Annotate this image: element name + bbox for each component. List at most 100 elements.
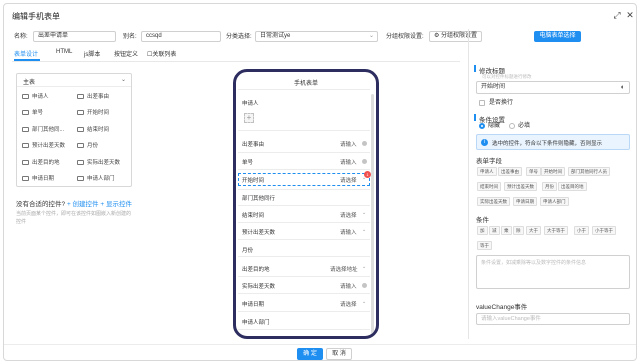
field-item-label: 部门其他同... bbox=[32, 127, 65, 133]
field-item[interactable]: 申请人 bbox=[22, 91, 74, 103]
field-item[interactable]: 出差事由 bbox=[77, 91, 129, 103]
phone-divider bbox=[238, 276, 370, 277]
cancel-button[interactable]: 取 消 bbox=[326, 348, 352, 360]
form-field-label: 单号 bbox=[242, 160, 254, 166]
field-tag[interactable]: 出差目的地 bbox=[558, 182, 587, 191]
add-applicant-button[interactable]: + bbox=[244, 113, 254, 123]
tab-form-design[interactable]: 表单设计 bbox=[14, 49, 38, 58]
clear-icon[interactable] bbox=[362, 159, 367, 164]
phone-preview: 手机表单 申请人 + 出差事由 请输入 单号 请输入 开始时间 请选择 ⌄ 1 … bbox=[233, 69, 379, 339]
value-change-input[interactable]: 请输入valueChange事件 bbox=[476, 313, 630, 325]
form-field-label: 申请日期 bbox=[242, 302, 265, 308]
operator-tag[interactable]: 减 bbox=[489, 226, 500, 235]
close-icon[interactable]: ✕ bbox=[625, 10, 635, 20]
field-item[interactable]: 预计出差天数 bbox=[22, 140, 74, 152]
expand-icon[interactable]: ⤢ bbox=[612, 10, 622, 20]
clear-icon[interactable] bbox=[362, 283, 367, 288]
clear-icon[interactable] bbox=[362, 141, 367, 146]
required-radio[interactable] bbox=[509, 123, 515, 129]
operator-tag[interactable]: 小于 bbox=[574, 226, 589, 235]
name-input[interactable]: 出差申请单 bbox=[33, 31, 116, 42]
form-field-placeholder[interactable]: 请选择 bbox=[340, 211, 357, 219]
phone-form-title: 手机表单 bbox=[293, 81, 318, 87]
field-item[interactable]: 开始时间 bbox=[77, 107, 129, 119]
field-tag[interactable]: 开始时间 bbox=[541, 167, 565, 176]
form-field-placeholder[interactable]: 请输入 bbox=[340, 140, 357, 148]
field-icon bbox=[77, 126, 84, 132]
operator-tag[interactable]: 等于 bbox=[477, 241, 492, 250]
field-item[interactable]: 月份 bbox=[77, 140, 129, 152]
phone-divider bbox=[238, 311, 370, 312]
phone-divider bbox=[238, 293, 370, 294]
tab-js-script[interactable]: js脚本 bbox=[84, 49, 100, 58]
field-item-label: 申请人 bbox=[32, 94, 49, 100]
field-tag[interactable]: 申请人 bbox=[477, 167, 497, 176]
edit-color-icon[interactable]: ◐ bbox=[621, 82, 625, 93]
form-field-label: 出差事由 bbox=[242, 142, 265, 148]
section-marker bbox=[474, 114, 476, 121]
form-field-label: 出差目的地 bbox=[242, 267, 270, 273]
tab-related-list[interactable]: ☐关联列表 bbox=[147, 49, 176, 58]
tab-html[interactable]: HTML bbox=[56, 49, 72, 55]
tab-button-definition[interactable]: 按钮定义 bbox=[114, 49, 138, 58]
modify-title-subtitle: 可以对控件标题进行修改 bbox=[482, 74, 532, 79]
field-item-label: 出差事由 bbox=[87, 94, 110, 100]
form-field-placeholder[interactable]: 请选择 bbox=[340, 176, 357, 184]
alias-label: 别名: bbox=[123, 34, 137, 40]
operator-tag[interactable]: 小于等于 bbox=[592, 226, 616, 235]
field-icon bbox=[22, 126, 29, 132]
field-icon bbox=[77, 93, 84, 99]
field-panel: 主表 ⌄ 申请人 出差事由 单号 开始时间 部门其他同... 结束时间 预计出差… bbox=[16, 73, 132, 187]
chevron-down-icon[interactable]: ⌄ bbox=[121, 76, 126, 83]
field-panel-header: 主表 bbox=[23, 80, 36, 86]
field-tag[interactable]: 月份 bbox=[542, 182, 557, 191]
field-tag[interactable]: 实际出差天数 bbox=[477, 197, 510, 206]
right-panel-divider bbox=[468, 29, 469, 339]
phone-divider bbox=[238, 205, 370, 206]
category-value: 日常测试ye bbox=[260, 33, 291, 39]
field-tag[interactable]: 结束时间 bbox=[477, 182, 501, 191]
form-field-placeholder[interactable]: 请选择地址 bbox=[330, 265, 358, 273]
field-item[interactable]: 部门其他同... bbox=[22, 124, 74, 136]
permission-button[interactable]: ⚙ 分组权限设置 bbox=[429, 31, 483, 42]
wrap-checkbox[interactable] bbox=[479, 100, 485, 106]
field-item[interactable]: 单号 bbox=[22, 107, 74, 119]
hide-radio[interactable] bbox=[479, 123, 485, 129]
alias-input[interactable]: ccsqd bbox=[141, 31, 221, 42]
title-input[interactable]: 开始时间 ◐ bbox=[476, 81, 630, 94]
form-fields-heading: 表单字段 bbox=[476, 158, 502, 165]
form-field-placeholder[interactable]: 请输入 bbox=[340, 282, 357, 290]
info-text: 选中的控件，符合以下条件则隐藏，否则显示 bbox=[492, 141, 603, 147]
field-item[interactable]: 结束时间 bbox=[77, 124, 129, 136]
field-tag[interactable]: 预计出差天数 bbox=[504, 182, 537, 191]
field-item[interactable]: 出差目的地 bbox=[22, 157, 74, 169]
pc-form-select-button[interactable]: 电脑表单选择 bbox=[534, 31, 581, 42]
confirm-button[interactable]: 确 定 bbox=[297, 348, 323, 360]
field-item[interactable]: 申请人部门 bbox=[77, 173, 129, 185]
field-tag[interactable]: 部门其他同行人员 bbox=[568, 167, 610, 176]
form-field-placeholder[interactable]: 请输入 bbox=[340, 228, 357, 236]
chevron-down-icon: ⌄ bbox=[368, 33, 374, 39]
show-control-link[interactable]: 显示控件 bbox=[106, 201, 132, 208]
field-item[interactable]: 实际出差天数 bbox=[77, 157, 129, 169]
dialog-title: 编辑手机表单 bbox=[12, 12, 60, 21]
field-icon bbox=[22, 109, 29, 115]
phone-scrollbar[interactable] bbox=[371, 94, 374, 334]
field-tag[interactable]: 申请人部门 bbox=[540, 197, 569, 206]
section-marker bbox=[474, 65, 476, 72]
form-field-placeholder[interactable]: 请输入 bbox=[340, 158, 357, 166]
field-tag[interactable]: 出差事由 bbox=[498, 167, 522, 176]
operator-tag[interactable]: 大于等于 bbox=[544, 226, 568, 235]
operator-tag[interactable]: 大于 bbox=[526, 226, 541, 235]
create-control-link[interactable]: + 创建控件 bbox=[67, 201, 99, 208]
form-field-placeholder[interactable]: 请选择 bbox=[340, 300, 357, 308]
operator-tag[interactable]: 加 bbox=[477, 226, 488, 235]
operator-tag[interactable]: 乘 bbox=[501, 226, 512, 235]
operator-tag[interactable]: 除 bbox=[513, 226, 524, 235]
category-select[interactable]: 日常测试ye ⌄ bbox=[255, 31, 378, 42]
field-tag[interactable]: 单号 bbox=[526, 167, 541, 176]
field-tag[interactable]: 申请日期 bbox=[513, 197, 537, 206]
field-item[interactable]: 申请日期 bbox=[22, 173, 74, 185]
field-item-label: 单号 bbox=[32, 110, 44, 116]
condition-textarea[interactable]: 条件设置，如减乘除等以及数字控件的条件信息 bbox=[476, 255, 630, 289]
